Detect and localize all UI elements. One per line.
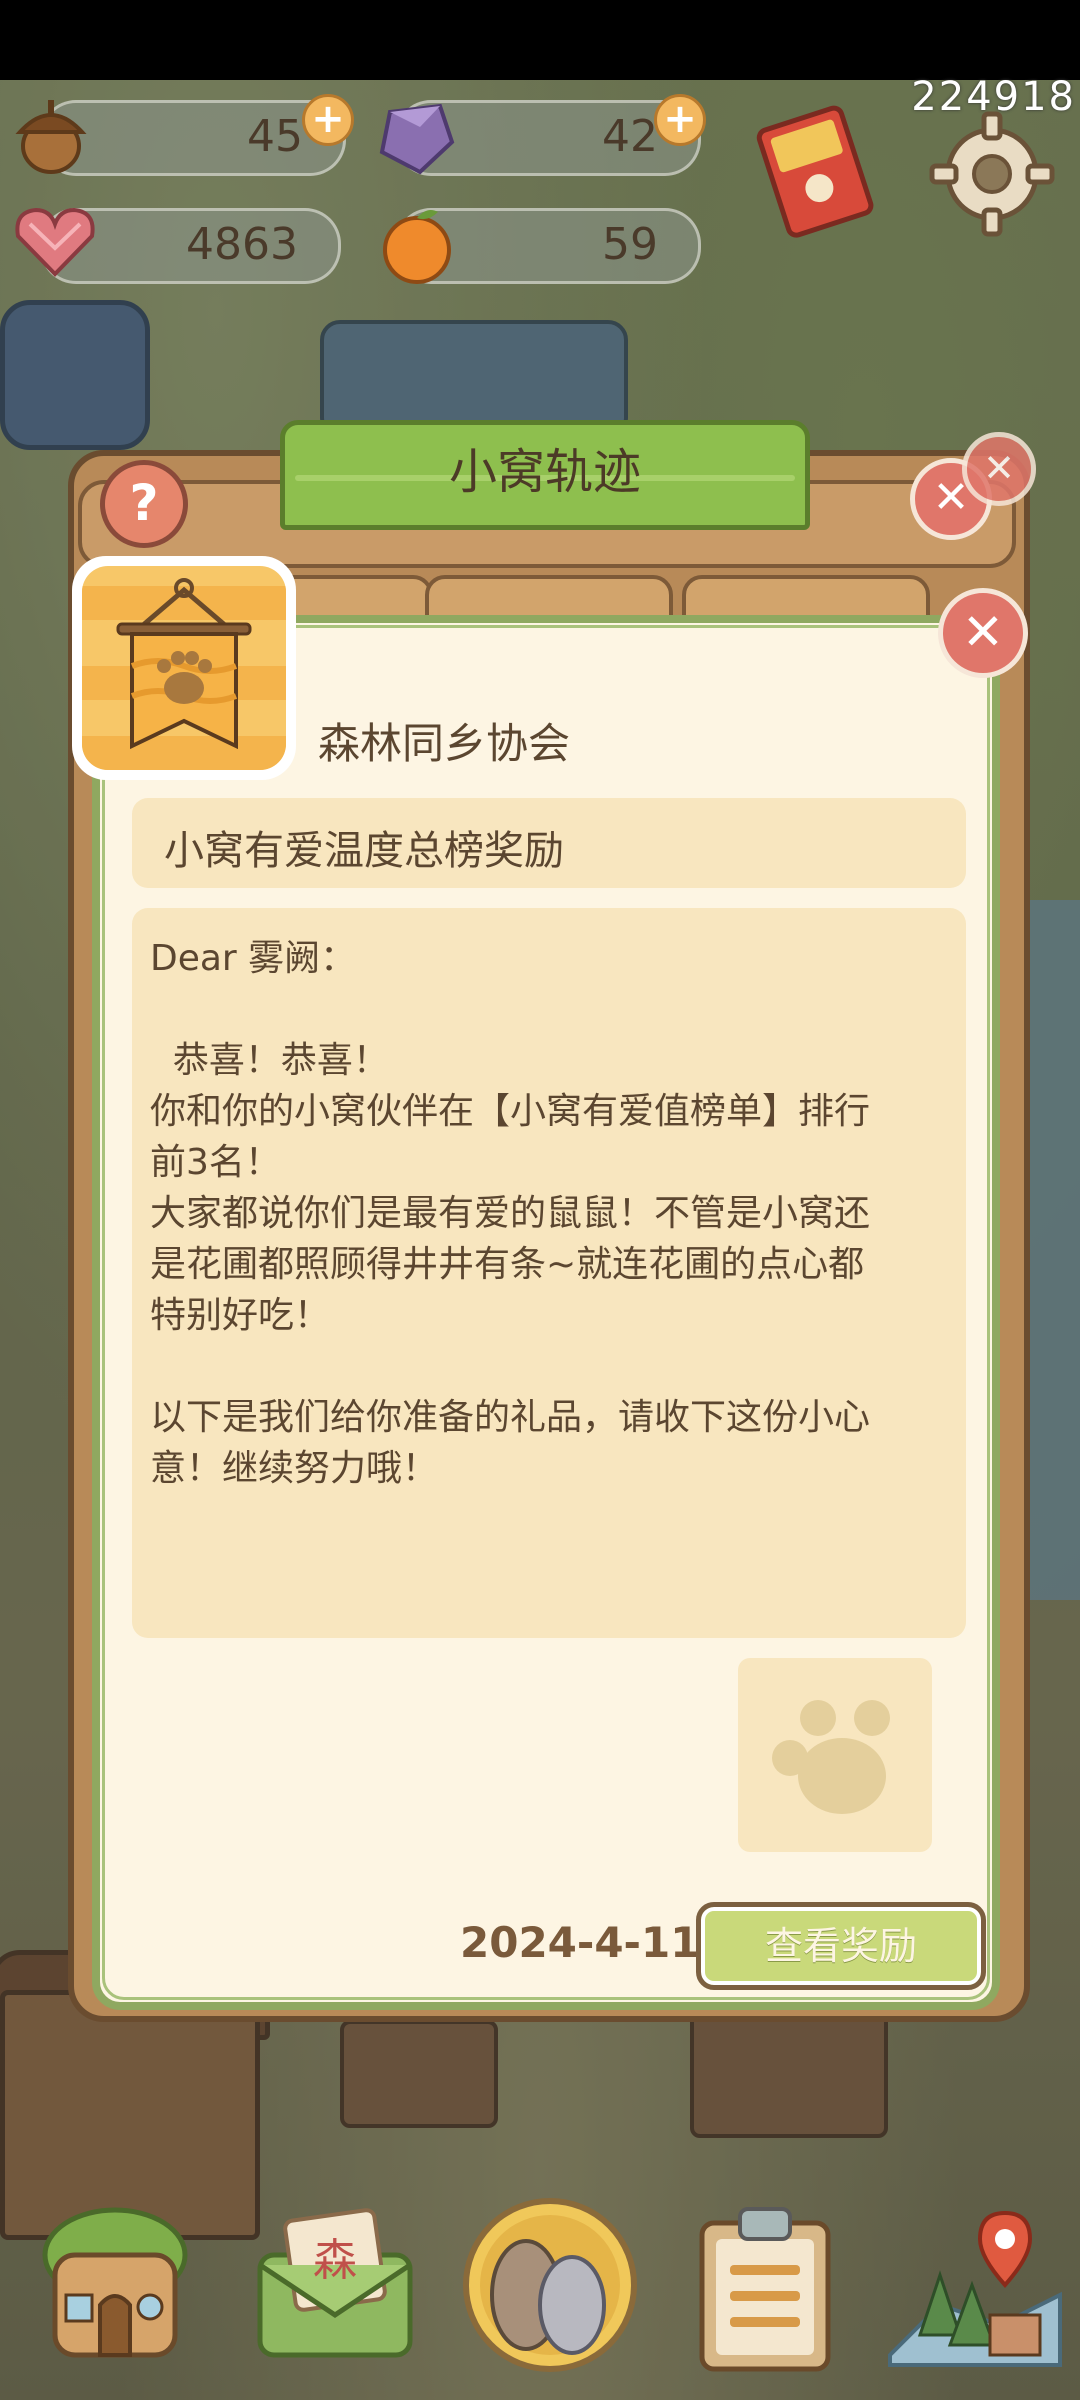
mail-subject: 小窝有爱温度总榜奖励 (164, 828, 564, 874)
purple-gem-icon (370, 92, 460, 186)
gear-icon[interactable] (922, 104, 1062, 248)
question-icon: ? (129, 474, 159, 532)
orange-fruit-icon (372, 200, 462, 294)
mail-date: 2024-4-11 (460, 1918, 700, 1967)
svg-text:森: 森 (313, 2235, 357, 2286)
close-icon: ✕ (962, 603, 1004, 661)
plus-icon: + (311, 96, 345, 142)
gem-count: 42 (602, 111, 658, 162)
dialog-title: 小窝轨迹 (448, 444, 641, 500)
view-reward-button[interactable]: 查看奖励 (696, 1902, 986, 1990)
nav-mail-button[interactable]: 森 (250, 2195, 420, 2375)
mail-sender: 森林同乡协会 (318, 719, 571, 768)
mail-body: Dear 雾阙： 恭喜！恭喜！ 你和你的小窝伙伴在【小窝有爱值榜单】排行 前3名… (150, 938, 871, 1489)
crystal-heart-icon (10, 200, 100, 284)
mice-friends-icon (463, 2198, 637, 2372)
view-reward-label: 查看奖励 (764, 1924, 917, 1968)
paw-print-icon (772, 1700, 890, 1814)
acorn-count: 45 (247, 111, 303, 162)
orange-count: 59 (602, 219, 658, 270)
map-pin-icon (888, 2210, 1062, 2367)
nav-home-button[interactable] (30, 2195, 200, 2375)
help-button[interactable]: ? (100, 460, 188, 548)
clipboard-icon (699, 2207, 831, 2372)
close-icon: ✕ (983, 446, 1015, 490)
nav-tasks-button[interactable] (680, 2195, 850, 2375)
acorn-icon (6, 88, 96, 182)
plus-icon: + (663, 96, 697, 142)
nav-map-button[interactable] (880, 2195, 1070, 2375)
nav-friends-button[interactable] (460, 2195, 640, 2375)
close-background-button[interactable]: ✕ (962, 432, 1036, 506)
sender-avatar (82, 566, 286, 770)
home-stump-icon (42, 2207, 188, 2358)
reward-slot (738, 1658, 932, 1852)
red-envelope-icon[interactable] (752, 96, 882, 250)
paw-banner-icon (116, 578, 252, 750)
add-acorn-button[interactable]: + (302, 94, 354, 146)
envelope-icon: 森 (257, 2208, 413, 2358)
add-gem-button[interactable]: + (654, 94, 706, 146)
close-mail-button[interactable]: ✕ (938, 588, 1028, 678)
heart-count: 4863 (186, 219, 298, 270)
status-bar (0, 0, 1080, 80)
